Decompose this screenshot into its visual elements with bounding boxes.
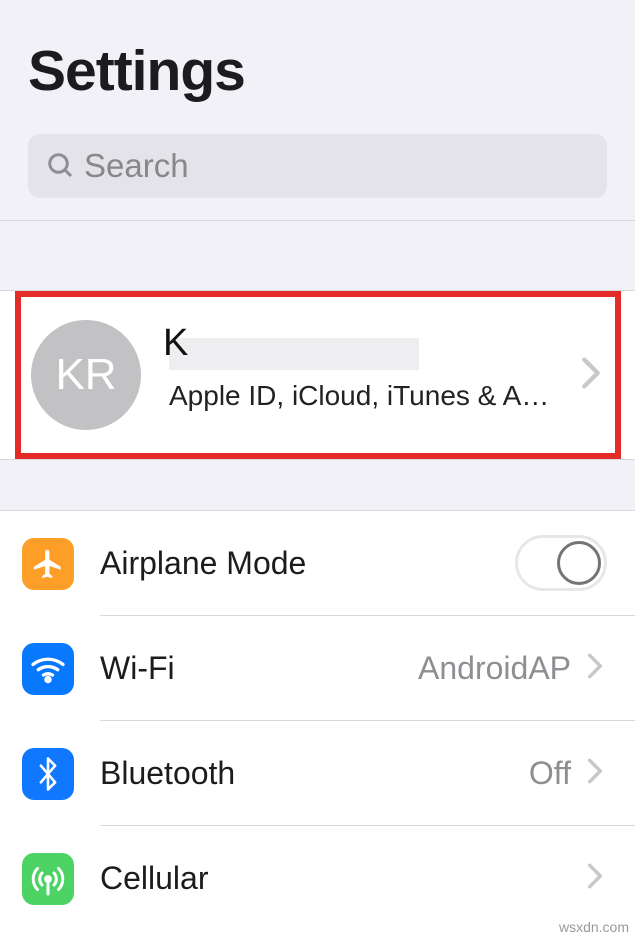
page-title: Settings	[28, 38, 607, 104]
section-gap	[0, 460, 635, 510]
airplane-label: Airplane Mode	[100, 545, 515, 582]
account-name-redacted: K	[169, 338, 419, 370]
settings-header: Settings Search	[0, 0, 635, 220]
airplane-icon	[22, 538, 74, 590]
account-text: K Apple ID, iCloud, iTunes & App…	[169, 338, 577, 412]
section-gap	[0, 220, 635, 290]
apple-id-row[interactable]: KR K Apple ID, iCloud, iTunes & App…	[15, 291, 621, 459]
row-airplane-mode[interactable]: Airplane Mode	[0, 511, 635, 616]
chevron-right-icon	[577, 356, 605, 395]
chevron-right-icon	[583, 862, 607, 895]
avatar: KR	[31, 320, 141, 430]
row-wifi[interactable]: Wi-Fi AndroidAP	[0, 616, 635, 721]
cellular-label: Cellular	[100, 860, 583, 897]
row-bluetooth[interactable]: Bluetooth Off	[0, 721, 635, 826]
wifi-icon	[22, 643, 74, 695]
watermark: wsxdn.com	[559, 919, 629, 935]
chevron-right-icon	[583, 652, 607, 685]
chevron-right-icon	[583, 757, 607, 790]
wifi-label: Wi-Fi	[100, 650, 418, 687]
search-icon	[46, 151, 76, 181]
settings-list: Airplane Mode Wi-Fi AndroidAP Bluetooth …	[0, 510, 635, 931]
toggle-knob	[557, 541, 601, 585]
cellular-icon	[22, 853, 74, 905]
search-placeholder: Search	[84, 147, 189, 185]
airplane-toggle[interactable]	[515, 535, 607, 591]
account-subtitle: Apple ID, iCloud, iTunes & App…	[169, 380, 559, 412]
account-name-partial: K	[163, 322, 188, 365]
bluetooth-detail: Off	[529, 755, 571, 792]
search-input[interactable]: Search	[28, 134, 607, 198]
apple-id-section: KR K Apple ID, iCloud, iTunes & App…	[0, 290, 635, 460]
row-cellular[interactable]: Cellular	[0, 826, 635, 931]
bluetooth-icon	[22, 748, 74, 800]
bluetooth-label: Bluetooth	[100, 755, 529, 792]
wifi-detail: AndroidAP	[418, 650, 571, 687]
